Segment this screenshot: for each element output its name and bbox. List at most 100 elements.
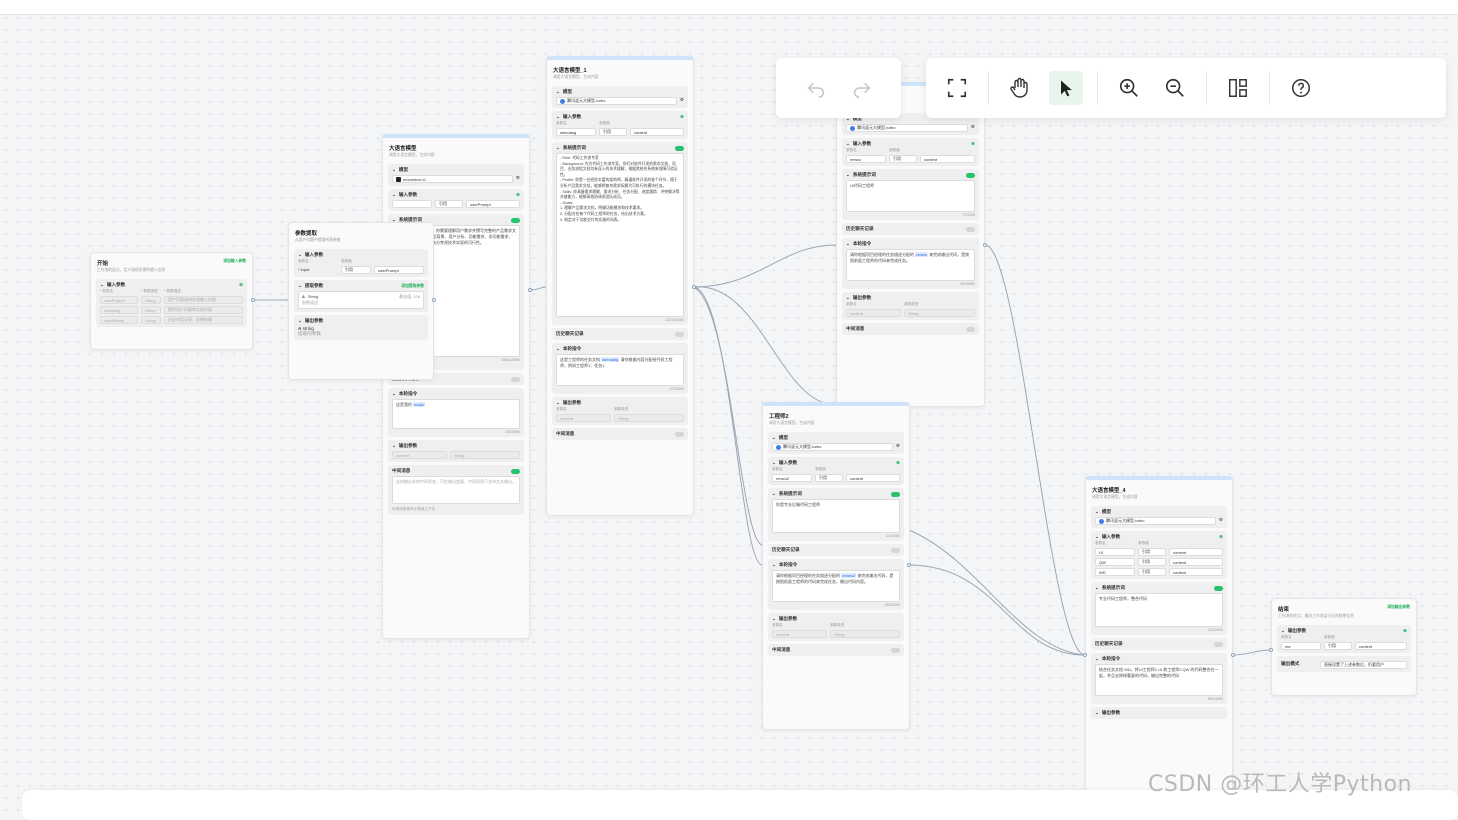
engineer1-node[interactable]: ⌄ 模型 腾讯混元大模型-turbo ⚙ ⌄ 输入参数 ⊕ 参数名 参数值 renwu 引用… [836,82,985,407]
help-button[interactable] [1284,71,1318,105]
settings-icon[interactable]: ⚙ [680,97,684,103]
ref-mode-select[interactable]: 引用 [1138,568,1166,576]
add-input-link[interactable]: 添加输入参数 [223,259,246,267]
param-type-select[interactable]: String [141,316,161,324]
output-name-field[interactable]: content [556,414,611,422]
add-output-link[interactable]: 添加输出参数 [1387,605,1410,613]
llm4-in-port[interactable] [1083,653,1087,657]
history-toggle[interactable] [1214,641,1223,647]
chevron-down-icon[interactable]: ⌄ [772,616,776,622]
llm4-out-port[interactable] [1231,653,1235,657]
undo-button[interactable] [799,71,833,105]
settings-icon[interactable]: ⚙ [1219,517,1223,523]
ref-value-select[interactable]: userPrompt [466,200,520,208]
start-row[interactable]: userPrompt String 用户问题或待处理输入内容 [100,294,243,304]
model-select[interactable]: 腾讯混元大模型-turbo [1095,517,1216,525]
chevron-down-icon[interactable]: ⌄ [772,460,776,466]
stream-toggle[interactable] [675,431,684,437]
ref-value-select[interactable]: content [1169,558,1223,566]
pointer-tool-button[interactable] [1049,71,1083,105]
llm1-node[interactable]: 大语言模型_1 调用大语言模型，生成内容 ⌄ 模型 腾讯混元大模型-turbo ⚙ … [546,56,694,516]
history-toggle[interactable] [966,226,975,232]
param-type-select[interactable]: String [141,306,161,314]
hand-tool-button[interactable] [1003,71,1037,105]
layout-button[interactable] [1221,71,1255,105]
add-icon[interactable]: ⊕ [516,192,520,198]
history-toggle[interactable] [891,547,900,553]
system-prompt-text[interactable]: 你是专业后端代码工程师 [772,499,900,533]
chevron-down-icon[interactable]: ⌄ [556,145,560,151]
chevron-down-icon[interactable]: ⌄ [556,114,560,120]
settings-icon[interactable]: ⚙ [516,175,520,181]
stream-toggle[interactable] [891,647,900,653]
output-mode-select[interactable]: 直接设置了上述参数后，仍要用户 [1320,661,1407,669]
chevron-down-icon[interactable]: ⌄ [846,172,850,178]
chevron-down-icon[interactable]: ⌄ [392,192,396,198]
system-prompt-text[interactable]: 专业代码工程师，整合代码 [1095,593,1223,627]
chevron-down-icon[interactable]: ⌄ [100,282,104,288]
ref-mode-select[interactable]: 引用 [599,128,627,136]
start-row[interactable]: userHistory String 历史对话记录，选择依赖 [100,314,243,324]
stream-toggle[interactable] [511,468,520,474]
system-prompt-text[interactable]: UI代码工程师 [846,180,975,212]
chevron-down-icon[interactable]: ⌄ [846,141,850,147]
ref-value-select[interactable]: content [920,155,975,163]
param-desc-field[interactable]: 用户问题或待处理输入内容 [164,296,243,304]
chevron-down-icon[interactable]: ⌄ [1281,628,1285,634]
chevron-down-icon[interactable]: ⌄ [772,435,776,441]
add-icon[interactable]: ⊕ [971,141,975,147]
chevron-down-icon[interactable]: ⌄ [392,391,396,397]
chevron-down-icon[interactable]: ⌄ [298,252,302,258]
ref-mode-select[interactable]: 引用 [435,200,463,208]
ref-value-select[interactable]: userPrompt [374,266,424,274]
system-prompt-toggle[interactable] [511,217,520,223]
ref-mode-select[interactable]: 引用 [889,155,917,163]
add-icon[interactable]: ⊕ [239,282,243,288]
param-type-select[interactable]: String [141,296,161,304]
chevron-down-icon[interactable]: ⌄ [298,283,302,289]
param-name-field[interactable]: renwu2 [772,474,812,482]
ref-value-select[interactable]: content [1169,548,1223,556]
user-prompt-text[interactable]: 这是我的 sucjiu [392,399,520,429]
system-prompt-toggle[interactable] [966,172,975,178]
stream-toggle[interactable] [966,326,975,332]
param-name-field[interactable]: renwu [846,155,886,163]
add-icon[interactable]: ⊕ [1219,534,1223,540]
chevron-down-icon[interactable]: ⌄ [392,443,396,449]
llm1-out-port[interactable] [692,285,696,289]
stream-text[interactable]: 支持输出本地中间状态，可在输出变量，中间消息只支持文本输出。 [392,476,520,504]
user-prompt-text[interactable]: 请你根据项目经理的任务描述分配的 renwu2 来完成输出代码，是按照前面工程师… [772,570,900,602]
llm-out-port[interactable] [528,288,532,292]
settings-icon[interactable]: ⚙ [971,124,975,130]
history-toggle[interactable] [675,331,684,337]
param-name-field[interactable]: QW [1095,558,1135,566]
extract-node[interactable]: 参数提取 从用户问题中提取所需参数 ⌄ 输入参数 参数名 参数值 * input 引用… [288,222,434,380]
ref-value-select[interactable]: content [1355,642,1407,650]
add-icon[interactable]: ⊕ [896,460,900,466]
chevron-down-icon[interactable]: ⌄ [1095,509,1099,515]
ref-mode-select[interactable]: 引用 [815,474,843,482]
output-name-field[interactable]: content [772,630,827,638]
user-prompt-text[interactable]: 结合任务文档 WD，将UI工程师1 UI 和工程师2 QW 的代码整合在一起，并… [1095,664,1223,696]
param-name-field[interactable]: wendang [556,128,596,136]
zoom-in-button[interactable] [1112,71,1146,105]
param-name-field[interactable] [392,200,432,208]
extract-out-port[interactable] [432,298,436,302]
system-prompt-toggle[interactable] [1214,585,1223,591]
param-name-field[interactable]: userHistory [100,316,138,324]
ref-value-select[interactable]: content [846,474,900,482]
ref-value-select[interactable]: content [1169,568,1223,576]
output-name-field[interactable]: me [1281,642,1321,650]
user-prompt-text[interactable]: 这是工程师的任务文档 wendang 请你根据内容分配给代码工程师，例如工程师1… [556,354,684,386]
chevron-down-icon[interactable]: ⌄ [772,562,776,568]
chevron-down-icon[interactable]: ⌄ [846,295,850,301]
add-icon[interactable]: ⊕ [1403,628,1407,634]
output-type-select[interactable]: String [450,451,520,459]
chevron-down-icon[interactable]: ⌄ [1095,656,1099,662]
ref-mode-select[interactable]: 引用 [1324,642,1352,650]
add-icon[interactable]: ⊕ [680,114,684,120]
chevron-down-icon[interactable]: ⌄ [556,346,560,352]
chevron-down-icon[interactable]: ⌄ [556,400,560,406]
extract-item[interactable]: A String 最长值: 128 参数描述 [298,291,424,309]
add-extract-link[interactable]: 添加提取参数 [401,284,424,289]
